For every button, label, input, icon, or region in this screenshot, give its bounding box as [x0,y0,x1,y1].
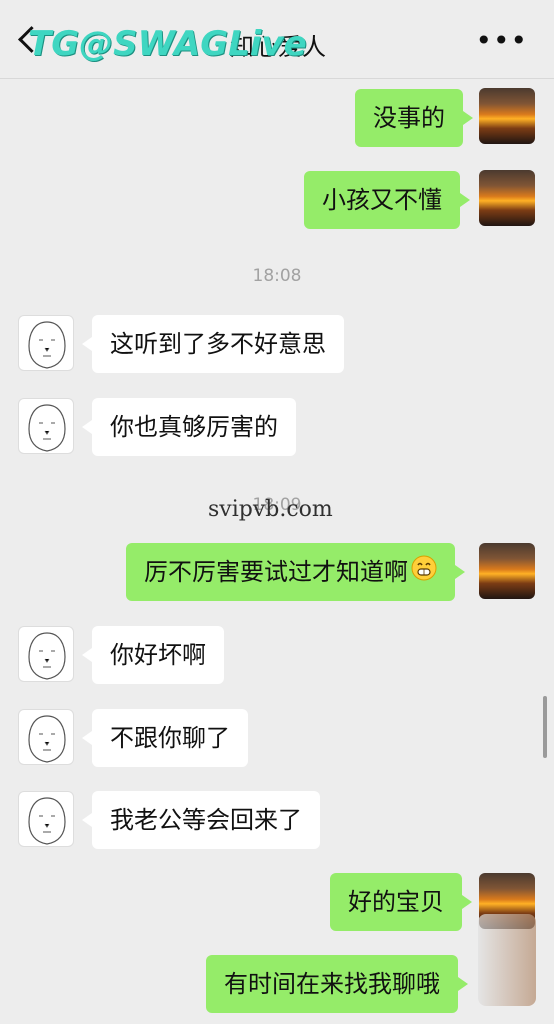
message-bubble-sent[interactable]: 有时间在来找我聊哦 [206,955,468,1013]
sketch-portrait-icon [28,321,66,369]
message-bubble-sent[interactable]: 没事的 [355,89,473,147]
contact-avatar[interactable] [18,315,74,371]
message-text: 没事的 [373,104,445,132]
blurred-overlay [478,914,536,1006]
chat-header: 知心爱人 TG@SWAGLive ••• [0,0,554,79]
my-avatar[interactable] [479,543,535,599]
message-text: 不跟你聊了 [110,724,230,752]
more-dots-icon[interactable]: ••• [475,24,528,57]
message-bubble-sent[interactable]: 好的宝贝 [330,873,472,931]
message-bubble-sent[interactable]: 厉不厉害要试过才知道啊 [126,543,465,602]
message-text: 厉不厉害要试过才知道啊 [144,558,408,586]
message-bubble-received[interactable]: 你也真够厉害的 [82,398,296,456]
contact-avatar[interactable] [18,626,74,682]
scrollbar[interactable] [543,696,547,758]
watermark-top: TG@SWAGLive [28,24,307,64]
timestamp: 18:08 [252,266,302,286]
message-text: 你好坏啊 [110,641,206,669]
message-text: 你也真够厉害的 [110,413,278,441]
message-bubble-received[interactable]: 不跟你聊了 [82,709,248,767]
contact-avatar[interactable] [18,398,74,454]
sketch-portrait-icon [28,797,66,845]
message-text: 小孩又不懂 [322,186,442,214]
sketch-portrait-icon [28,404,66,452]
contact-avatar[interactable] [18,709,74,765]
contact-avatar[interactable] [18,791,74,847]
message-bubble-sent[interactable]: 小孩又不懂 [304,171,470,229]
my-avatar[interactable] [479,170,535,226]
message-bubble-received[interactable]: 你好坏啊 [82,626,224,684]
message-text: 有时间在来找我聊哦 [224,970,440,998]
message-bubble-received[interactable]: 我老公等会回来了 [82,791,320,849]
message-text: 我老公等会回来了 [110,806,302,834]
sketch-portrait-icon [28,632,66,680]
message-text: 这听到了多不好意思 [110,330,326,358]
grin-emoji-icon [411,544,437,602]
sketch-portrait-icon [28,715,66,763]
watermark-middle: svipvb.com [208,497,333,522]
message-text: 好的宝贝 [348,888,444,916]
message-bubble-received[interactable]: 这听到了多不好意思 [82,315,344,373]
my-avatar[interactable] [479,88,535,144]
